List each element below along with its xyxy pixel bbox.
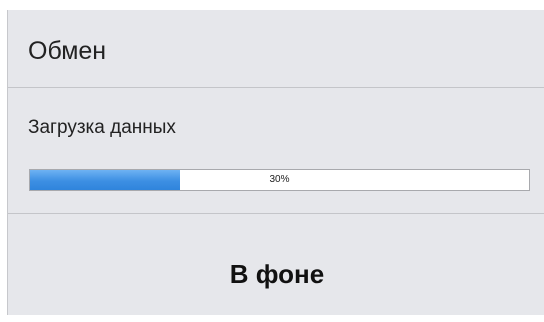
dialog-title: Обмен [28,37,107,65]
run-in-background-button[interactable]: В фоне [8,254,544,294]
progress-bar: 30% [29,169,530,191]
dialog-footer: В фоне [8,214,544,315]
dialog-body: Загрузка данных 30% [8,88,544,214]
top-edge [0,0,544,10]
progress-label: 30% [269,174,290,185]
screen: Обмен Загрузка данных 30% В фоне [0,0,544,322]
dialog-header: Обмен [8,10,544,88]
status-text: Загрузка данных [28,117,176,138]
exchange-dialog: Обмен Загрузка данных 30% В фоне [7,10,544,315]
bottom-edge [0,315,544,322]
